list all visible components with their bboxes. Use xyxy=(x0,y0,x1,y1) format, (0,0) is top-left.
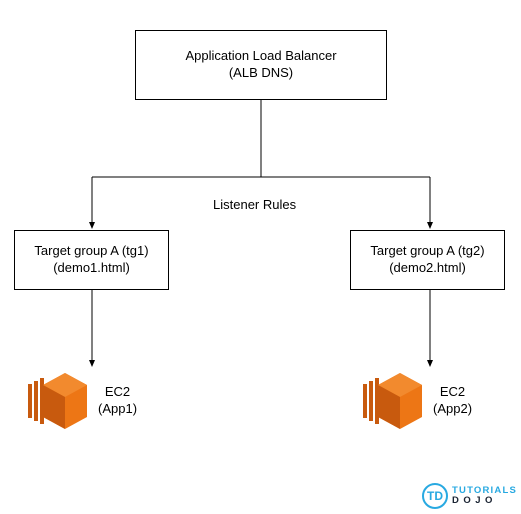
listener-rules-label: Listener Rules xyxy=(213,197,296,212)
ec2-instance-1: EC2 (App1) xyxy=(28,370,137,432)
watermark-text: TUTORIALS DOJO xyxy=(452,486,517,507)
target-group-box-1: Target group A (tg1) (demo1.html) xyxy=(14,230,169,290)
alb-subtitle: (ALB DNS) xyxy=(229,65,293,82)
ec2-icon xyxy=(363,370,425,432)
ec2-icon xyxy=(28,370,90,432)
alb-box: Application Load Balancer (ALB DNS) xyxy=(135,30,387,100)
ec2-instance-2: EC2 (App2) xyxy=(363,370,472,432)
target-group-resource: (demo1.html) xyxy=(53,260,130,277)
watermark-logo-icon: TD xyxy=(422,483,448,509)
target-group-name: Target group A (tg2) xyxy=(370,243,484,260)
ec2-label: EC2 (App1) xyxy=(98,384,137,418)
ec2-label: EC2 (App2) xyxy=(433,384,472,418)
watermark: TD TUTORIALS DOJO xyxy=(422,483,517,509)
target-group-name: Target group A (tg1) xyxy=(34,243,148,260)
alb-title: Application Load Balancer xyxy=(185,48,336,65)
target-group-box-2: Target group A (tg2) (demo2.html) xyxy=(350,230,505,290)
target-group-resource: (demo2.html) xyxy=(389,260,466,277)
